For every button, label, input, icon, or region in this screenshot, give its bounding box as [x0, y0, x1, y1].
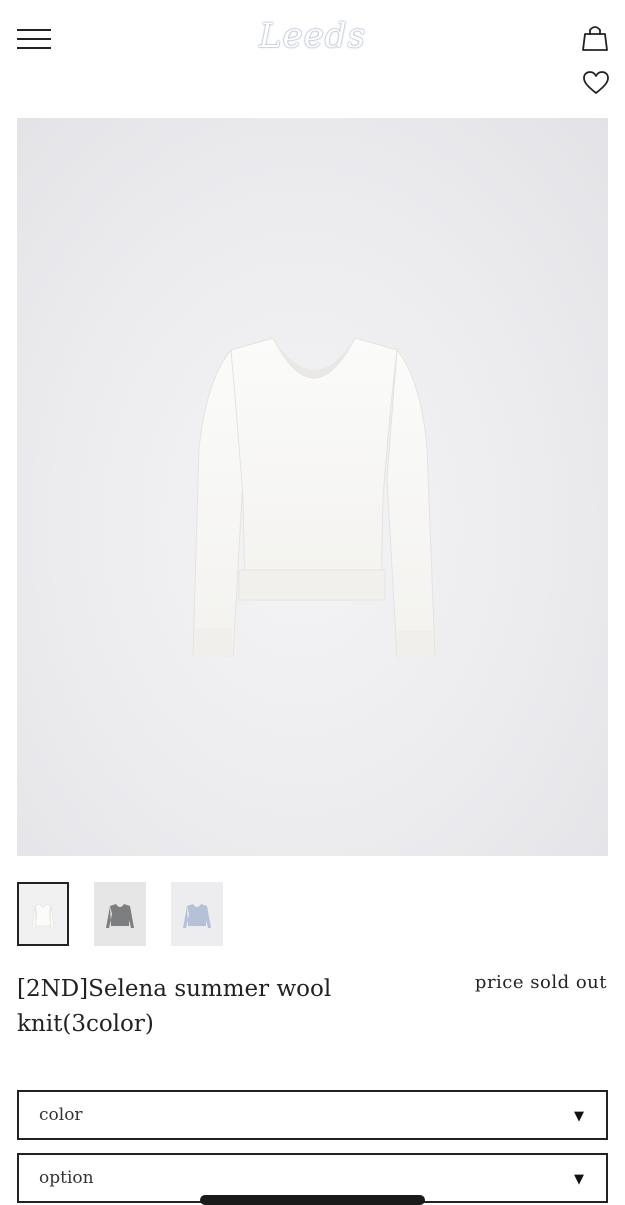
- ivory-knit-sweater-image: [192, 337, 436, 659]
- home-indicator: [200, 1195, 425, 1205]
- color-select-label: color: [39, 1105, 83, 1125]
- header: Leeds: [0, 0, 625, 110]
- ivory-knit-thumbnail[interactable]: [17, 882, 69, 946]
- chevron-down-icon: ▼: [574, 1109, 584, 1124]
- grey-knit-thumbnail[interactable]: [94, 882, 146, 946]
- option-select-label: option: [39, 1168, 94, 1188]
- chevron-down-icon: ▼: [574, 1172, 584, 1187]
- heart-icon[interactable]: [582, 70, 610, 96]
- product-main-image[interactable]: [17, 118, 608, 856]
- light-blue-knit-thumbnail[interactable]: [171, 882, 223, 946]
- shopping-bag-icon[interactable]: [582, 24, 608, 52]
- price-status: price sold out: [474, 972, 607, 993]
- product-title: [2ND]Selena summer wool knit(3color): [17, 976, 332, 1037]
- color-select[interactable]: color ▼: [17, 1090, 608, 1140]
- brand-logo[interactable]: Leeds: [0, 16, 625, 56]
